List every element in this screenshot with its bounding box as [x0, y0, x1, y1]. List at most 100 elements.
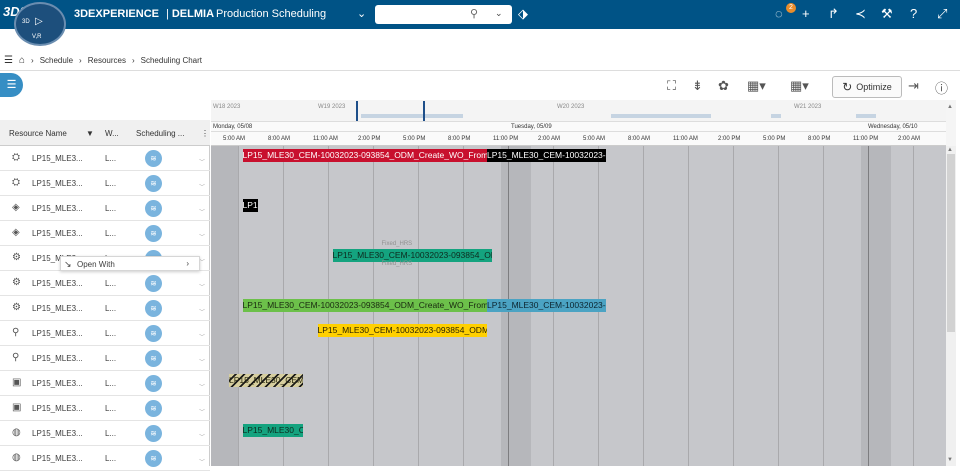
row-dropdown-icon[interactable]: ﹀ [199, 332, 205, 341]
gantt-bar[interactable]: LP15_MLE30_CEM-10032023-093854_ODM_HOP20 [317, 324, 487, 337]
context-menu-open-with[interactable]: Open With [77, 260, 115, 269]
compass-icon[interactable]: 3D ▷ V,R [14, 2, 66, 46]
column-header-resource-name[interactable]: Resource Name [9, 129, 67, 138]
scheduling-icon[interactable]: ≋ [145, 200, 162, 217]
table-row[interactable]: ▣ LP15_MLE3... L... ≋ ﹀ [0, 396, 210, 421]
gantt-grid[interactable]: LP15_MLE30_CEM-10032023-093854_ODM_Creat… [211, 146, 946, 466]
search-dropdown-icon[interactable]: ⌄ [495, 8, 503, 19]
scroll-down-icon[interactable]: ▼ [947, 457, 953, 463]
gantt-bar[interactable]: LP15_MLE30_CEM-10032023-093854_ODM_Creat… [242, 149, 487, 162]
w-cell: L... [105, 404, 117, 413]
table-row[interactable]: ⚲ LP15_MLE3... L... ≋ ﹀ [0, 321, 210, 346]
optimize-label: Optimize [856, 82, 892, 92]
table-row[interactable]: ◈ LP15_MLE3... L... ≋ ﹀ [0, 221, 210, 246]
table-row[interactable]: ▣ LP15_MLE3... L... ≋ ﹀ [0, 371, 210, 396]
gantt-bar[interactable]: LP15_MLE30_CEM-10032023-093... [242, 424, 303, 437]
tag-icon[interactable]: ⬗ [518, 6, 528, 22]
row-dropdown-icon[interactable]: ﹀ [199, 457, 205, 466]
scheduling-icon[interactable]: ≋ [145, 175, 162, 192]
column-header-w[interactable]: W... [105, 129, 119, 138]
share-icon[interactable]: ↱ [828, 6, 839, 22]
column-menu-icon[interactable]: ⋮ [201, 129, 209, 138]
app-menu-chevron-icon[interactable]: ⌄ [357, 7, 366, 20]
scheduling-icon[interactable]: ≋ [145, 400, 162, 417]
tools-icon[interactable]: ⚒ [881, 6, 893, 22]
table-row[interactable]: ⛭ LP15_MLE3... L... ≋ ﹀ [0, 146, 210, 171]
gantt-bar[interactable]: LP15_MLE30_CEM-10032023-093854_ODM_Creat… [487, 149, 606, 162]
row-dropdown-icon[interactable]: ﹀ [199, 357, 205, 366]
row-dropdown-icon[interactable]: ﹀ [199, 307, 205, 316]
w-cell: L... [105, 154, 117, 163]
vertical-scrollbar[interactable]: ▲ ▼ [946, 146, 956, 466]
timeline-overview[interactable]: W18 2023 W19 2023 W20 2023 W21 2023 [211, 100, 946, 122]
row-dropdown-icon[interactable]: ﹀ [199, 432, 205, 441]
row-dropdown-icon[interactable]: ﹀ [199, 232, 205, 241]
machine-icon: ⛭ [12, 177, 20, 188]
sort-desc-icon[interactable]: ▼ [86, 129, 94, 138]
table-row[interactable]: ◍ LP15_MLE3... L... ≋ ﹀ [0, 446, 210, 471]
table-row[interactable]: ⛭ LP15_MLE3... L... ≋ ﹀ [0, 171, 210, 196]
row-dropdown-icon[interactable]: ﹀ [199, 157, 205, 166]
scheduling-icon[interactable]: ≋ [145, 150, 162, 167]
row-dropdown-icon[interactable]: ﹀ [199, 182, 205, 191]
row-dropdown-icon[interactable]: ﹀ [199, 282, 205, 291]
compass-play-icon[interactable]: ▷ [35, 16, 43, 27]
table-row[interactable]: ⚙ LP15_MLE3... L... ≋ ﹀ [0, 296, 210, 321]
breadcrumb-resources[interactable]: Resources [88, 56, 126, 65]
resource-name-cell: LP15_MLE3... [32, 454, 83, 463]
breadcrumb-schedule[interactable]: Schedule [40, 56, 73, 65]
scroll-up-icon[interactable]: ▲ [947, 104, 953, 110]
scheduling-icon[interactable]: ≋ [145, 225, 162, 242]
network-share-icon[interactable]: ≺ [855, 6, 866, 22]
scheduling-icon[interactable]: ≋ [145, 275, 162, 292]
hour-label: 2:00 AM [898, 136, 921, 142]
search-box[interactable]: ⚲ ⌄ [375, 5, 512, 24]
table-row[interactable]: ⚲ LP15_MLE3... L... ≋ ﹀ [0, 346, 210, 371]
scheduling-icon[interactable]: ≋ [145, 300, 162, 317]
gantt-bar[interactable]: LP15_MLE30_CEM-10032023-093854_ODM_HOP10 [487, 299, 606, 312]
table-row[interactable]: ◈ LP15_MLE3... L... ≋ ﹀ [0, 196, 210, 221]
add-icon[interactable]: + [802, 6, 810, 22]
scrollbar-thumb[interactable] [947, 154, 955, 332]
table-row[interactable]: ⚙ LP15_MLE3... L... ≋ ﹀ [0, 271, 210, 296]
optimize-button[interactable]: ↻ Optimize [832, 76, 902, 98]
timeline-window-handle[interactable] [356, 101, 425, 121]
compass-version: V,R [32, 34, 42, 40]
table-row[interactable]: ◍ LP15_MLE3... L... ≋ ﹀ [0, 421, 210, 446]
row-dropdown-icon[interactable]: ﹀ [199, 207, 205, 216]
palette-icon[interactable]: ✿ [718, 78, 729, 94]
column-header-scheduling[interactable]: Scheduling ... [136, 129, 184, 138]
fullscreen-icon[interactable]: ⤢ [937, 6, 947, 22]
gantt-bar[interactable]: LP15_MLE30_CEM-10032023-093854_ODM_Creat… [242, 299, 487, 312]
hour-label: 11:00 AM [673, 136, 698, 142]
calendar-range-icon[interactable]: ▦▾ [790, 78, 809, 94]
row-dropdown-icon[interactable]: ﹀ [199, 382, 205, 391]
w-cell: L... [105, 204, 117, 213]
w-cell: L... [105, 379, 117, 388]
resource-table: Resource Name ▼ W... Scheduling ... ⋮ ⛭ L… [0, 120, 210, 471]
exit-icon[interactable]: ⇥ [908, 78, 919, 94]
scheduling-icon[interactable]: ≋ [145, 325, 162, 342]
w-cell: L... [105, 279, 117, 288]
filter-icon[interactable]: ⛶ [667, 78, 676, 94]
gantt-bar[interactable]: LP15... [242, 199, 258, 212]
scheduling-icon[interactable]: ≋ [145, 375, 162, 392]
robot-icon: ⚙ [12, 277, 21, 288]
scheduling-icon[interactable]: ≋ [145, 425, 162, 442]
gantt-bar[interactable]: LP15_MLE30_CEM-10032023-093854_OD... [229, 374, 303, 387]
sort-icon[interactable]: ⇟ [692, 78, 703, 94]
notifications-icon[interactable]: ◌ [775, 6, 783, 22]
side-panel-toggle-icon[interactable]: ☰ [0, 73, 23, 97]
scheduling-icon[interactable]: ≋ [145, 450, 162, 467]
help-icon[interactable]: ? [910, 6, 917, 22]
resource-name-cell: LP15_MLE3... [32, 404, 83, 413]
scheduling-icon[interactable]: ≋ [145, 350, 162, 367]
home-icon[interactable]: ⌂ [19, 55, 25, 66]
menu-icon[interactable]: ☰ [4, 55, 13, 66]
timeline-scrollbar[interactable]: ▲ [946, 100, 956, 146]
calendar-icon[interactable]: ▦▾ [747, 78, 766, 94]
scroll-up-icon[interactable]: ▲ [947, 147, 953, 153]
info-icon[interactable]: ⓘ [935, 78, 948, 97]
search-icon[interactable]: ⚲ [470, 7, 478, 20]
row-dropdown-icon[interactable]: ﹀ [199, 407, 205, 416]
